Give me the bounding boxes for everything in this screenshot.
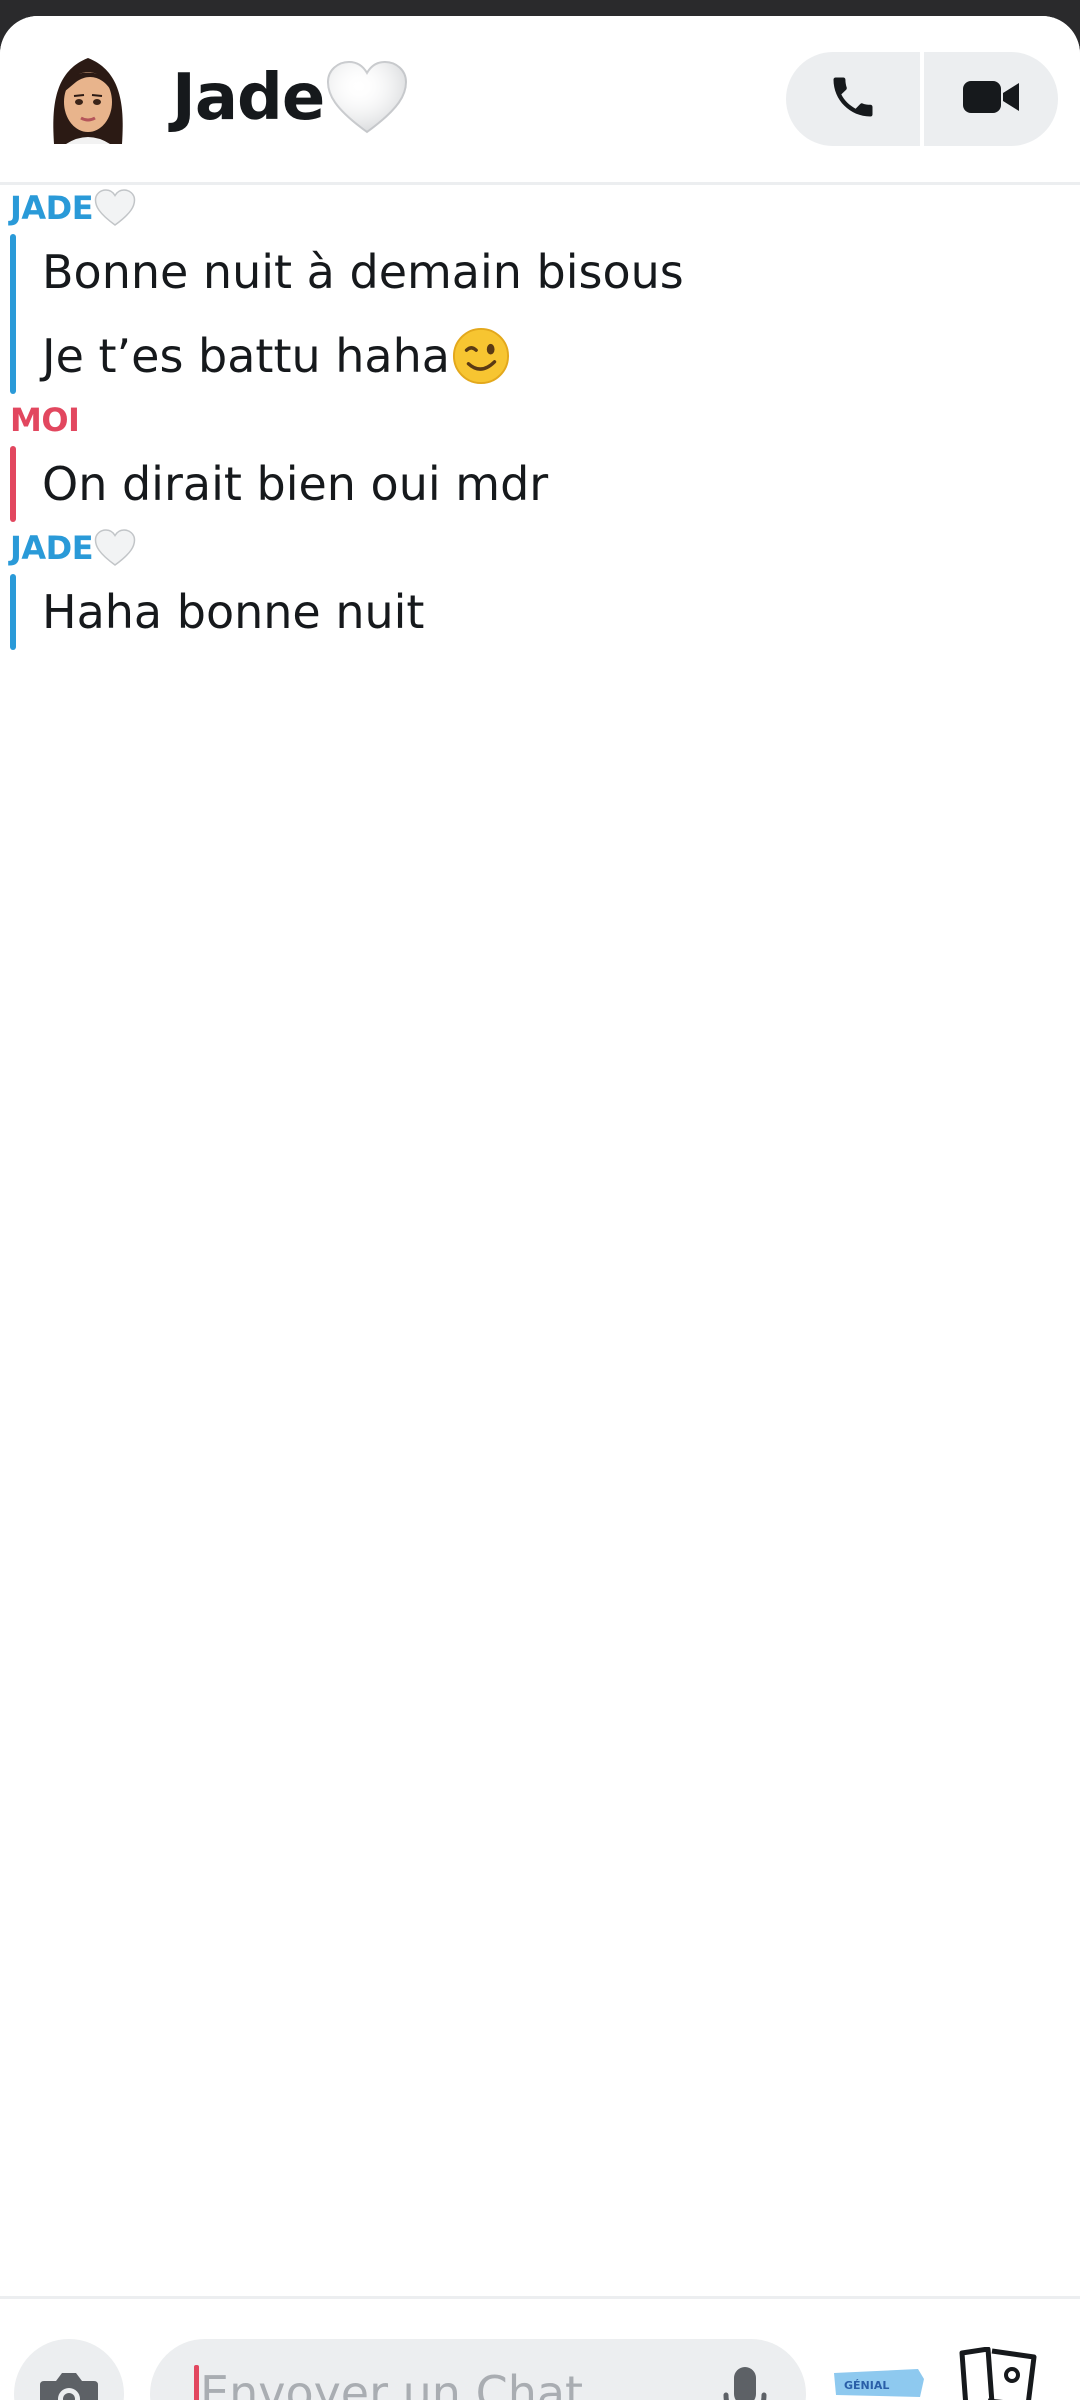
- message-text[interactable]: On dirait bien oui mdr: [42, 442, 1080, 526]
- text-caret: [194, 2365, 199, 2400]
- camera-button[interactable]: [14, 2339, 124, 2400]
- sender-name: JADE: [10, 189, 94, 227]
- sticker-label: GÉNIAL: [844, 2379, 889, 2392]
- message-accent-bar: [10, 234, 16, 394]
- microphone-icon[interactable]: [720, 2363, 770, 2400]
- message-text[interactable]: Je t’es battu haha: [42, 314, 1080, 398]
- sender-label-moi: MOI: [10, 398, 1080, 442]
- message-text[interactable]: Haha bonne nuit: [42, 570, 1080, 654]
- message-accent-bar: [10, 574, 16, 650]
- sender-label-jade: JADE: [10, 186, 1080, 230]
- message-line: Haha bonne nuit: [42, 585, 425, 639]
- message-text[interactable]: Bonne nuit à demain bisous: [42, 230, 1080, 314]
- white-heart-icon: [94, 189, 136, 226]
- message-accent-bar: [10, 446, 16, 522]
- message-line: On dirait bien oui mdr: [42, 457, 549, 511]
- call-buttons: [786, 52, 1058, 146]
- phone-icon: [827, 71, 879, 127]
- white-heart-icon: [326, 60, 408, 136]
- message-list: JADE Bonne nuit à demain bisous Je t’es …: [0, 186, 1080, 654]
- message-group: Haha bonne nuit: [10, 570, 1080, 654]
- composer-bar: Envoyer un Chat GÉNIAL: [0, 2296, 1080, 2400]
- message-group: Bonne nuit à demain bisous Je t’es battu…: [10, 230, 1080, 398]
- chat-header: Jade: [0, 16, 1080, 185]
- bitmoji-avatar-icon[interactable]: [46, 52, 130, 148]
- message-group: On dirait bien oui mdr: [10, 442, 1080, 526]
- video-camera-icon: [961, 77, 1021, 121]
- voice-call-button[interactable]: [786, 52, 920, 146]
- cards-icon[interactable]: [958, 2346, 1040, 2400]
- winking-face-icon: [452, 327, 510, 385]
- white-heart-icon: [94, 529, 136, 566]
- sticker-button[interactable]: GÉNIAL: [830, 2365, 926, 2400]
- sender-name: MOI: [10, 401, 80, 439]
- camera-icon: [38, 2369, 100, 2400]
- sender-label-jade: JADE: [10, 526, 1080, 570]
- video-call-button[interactable]: [924, 52, 1058, 146]
- message-line: Bonne nuit à demain bisous: [42, 245, 684, 299]
- chat-input-placeholder: Envoyer un Chat: [200, 2366, 584, 2400]
- contact-title[interactable]: Jade: [172, 58, 408, 138]
- chat-screen: Jade JADE Bonne nuit à demain bisous Je …: [0, 16, 1080, 2400]
- chat-input[interactable]: Envoyer un Chat: [150, 2339, 806, 2400]
- sender-name: JADE: [10, 529, 94, 567]
- message-line: Je t’es battu haha: [42, 329, 450, 383]
- contact-name: Jade: [172, 61, 325, 135]
